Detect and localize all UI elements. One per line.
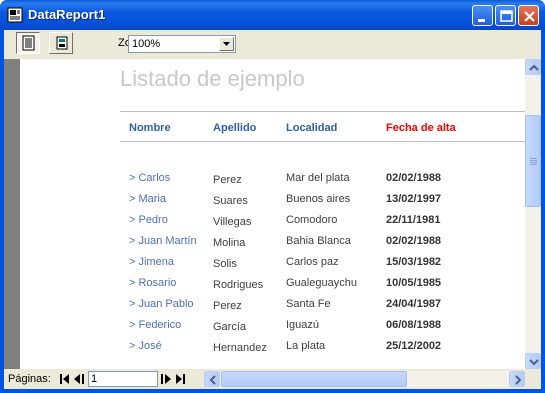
cell-apellido: Perez: [213, 300, 242, 312]
cell-fecha: 06/08/1988: [386, 319, 442, 331]
scroll-right-button[interactable]: [509, 371, 525, 387]
cell-nombre: > José: [129, 340, 162, 352]
next-page-icon: [161, 374, 171, 384]
zoom-dropdown[interactable]: 100%: [128, 35, 236, 53]
cell-nombre: > Federico: [129, 319, 182, 331]
cell-localidad: Carlos paz: [286, 256, 339, 268]
last-page-button[interactable]: [174, 371, 187, 387]
chevron-up-icon: [529, 64, 539, 71]
column-header-localidad: Localidad: [286, 122, 338, 134]
cell-apellido: García: [213, 321, 247, 333]
cell-apellido: Suares: [213, 195, 248, 207]
close-button[interactable]: [518, 5, 539, 26]
first-page-button[interactable]: [58, 371, 71, 387]
cell-localidad: Iguazú: [286, 319, 320, 331]
cell-fecha: 10/05/1985: [386, 277, 442, 289]
vertical-scroll-thumb[interactable]: [525, 115, 541, 207]
minimize-icon: [478, 19, 485, 22]
column-header-fecha: Fecha de alta: [386, 122, 456, 134]
scrollbar-corner: [525, 371, 541, 387]
last-page-icon: [176, 374, 185, 384]
pages-label: Páginas:: [8, 373, 51, 385]
cell-localidad: La plata: [286, 340, 326, 352]
cell-fecha: 22/11/1981: [386, 214, 441, 226]
report-page: Listado de ejemplo Nombre Apellido Local…: [20, 59, 525, 369]
export-button[interactable]: [49, 32, 73, 54]
zoom-value: 100%: [132, 38, 161, 50]
cell-localidad: Buenos aires: [286, 193, 351, 205]
horizontal-scrollbar[interactable]: [204, 371, 525, 387]
print-icon: [22, 35, 35, 51]
report-app-icon[interactable]: [7, 7, 23, 23]
datareport-window: DataReport1 100% Listado de ejemplo Nomb…: [0, 0, 545, 393]
cell-apellido: Villegas: [213, 216, 252, 228]
maximize-icon: [500, 10, 513, 22]
cell-fecha: 25/12/2002: [386, 340, 442, 352]
chevron-down-icon: [223, 42, 230, 46]
page-number-input[interactable]: 1: [88, 371, 158, 387]
cell-nombre: > Maria: [129, 193, 166, 205]
cell-fecha: 13/02/1997: [386, 193, 442, 205]
client-area: Zoom 100% Listado de ejemplo Nombre Apel…: [4, 30, 541, 389]
cell-localidad: Santa Fe: [286, 298, 331, 310]
chevron-left-icon: [209, 375, 216, 385]
close-icon: [524, 11, 535, 22]
cell-fecha: 15/03/1982: [386, 256, 442, 268]
scroll-down-button[interactable]: [525, 353, 541, 369]
cell-nombre: > Rosario: [129, 277, 177, 289]
toolbar: Zoom 100%: [4, 30, 541, 58]
next-page-button[interactable]: [160, 371, 173, 387]
export-icon: [56, 36, 68, 50]
scroll-left-button[interactable]: [204, 371, 220, 387]
header-bottom-divider: [120, 141, 525, 142]
cell-localidad: Gualeguaychu: [286, 277, 357, 289]
vertical-scrollbar[interactable]: [525, 59, 541, 369]
window-title: DataReport1: [28, 7, 106, 22]
cell-apellido: Perez: [213, 174, 242, 186]
status-bar: Páginas: 1: [4, 369, 541, 389]
cell-apellido: Solis: [213, 258, 237, 270]
cell-fecha: 02/02/1988: [386, 172, 442, 184]
first-page-icon: [60, 374, 69, 384]
cell-nombre: > Juan Martín: [129, 235, 197, 247]
print-button[interactable]: [16, 32, 40, 54]
cell-apellido: Hernandez: [213, 342, 267, 354]
scroll-up-button[interactable]: [525, 59, 541, 75]
report-title: Listado de ejemplo: [120, 66, 305, 91]
cell-nombre: > Juan Pablo: [129, 298, 194, 310]
cell-nombre: > Jimena: [129, 256, 174, 268]
maximize-button[interactable]: [495, 5, 516, 26]
header-top-divider: [120, 111, 525, 112]
report-view: Listado de ejemplo Nombre Apellido Local…: [4, 59, 541, 369]
zoom-dropdown-button[interactable]: [219, 37, 234, 51]
column-header-apellido: Apellido: [213, 122, 257, 134]
title-bar[interactable]: DataReport1: [0, 0, 545, 30]
chevron-right-icon: [515, 375, 522, 385]
previous-page-button[interactable]: [72, 371, 85, 387]
cell-fecha: 02/02/1988: [386, 235, 442, 247]
cell-apellido: Molina: [213, 237, 246, 249]
column-header-nombre: Nombre: [129, 122, 171, 134]
minimize-button[interactable]: [472, 5, 493, 26]
horizontal-scroll-thumb[interactable]: [221, 371, 407, 387]
cell-apellido: Rodrigues: [213, 279, 264, 291]
cell-nombre: > Pedro: [129, 214, 168, 226]
cell-localidad: Comodoro: [286, 214, 338, 226]
cell-localidad: Bahia Blanca: [286, 235, 351, 247]
cell-nombre: > Carlos: [129, 172, 171, 184]
cell-localidad: Mar del plata: [286, 172, 350, 184]
chevron-down-icon: [529, 359, 539, 366]
previous-page-icon: [74, 374, 84, 384]
cell-fecha: 24/04/1987: [386, 298, 442, 310]
